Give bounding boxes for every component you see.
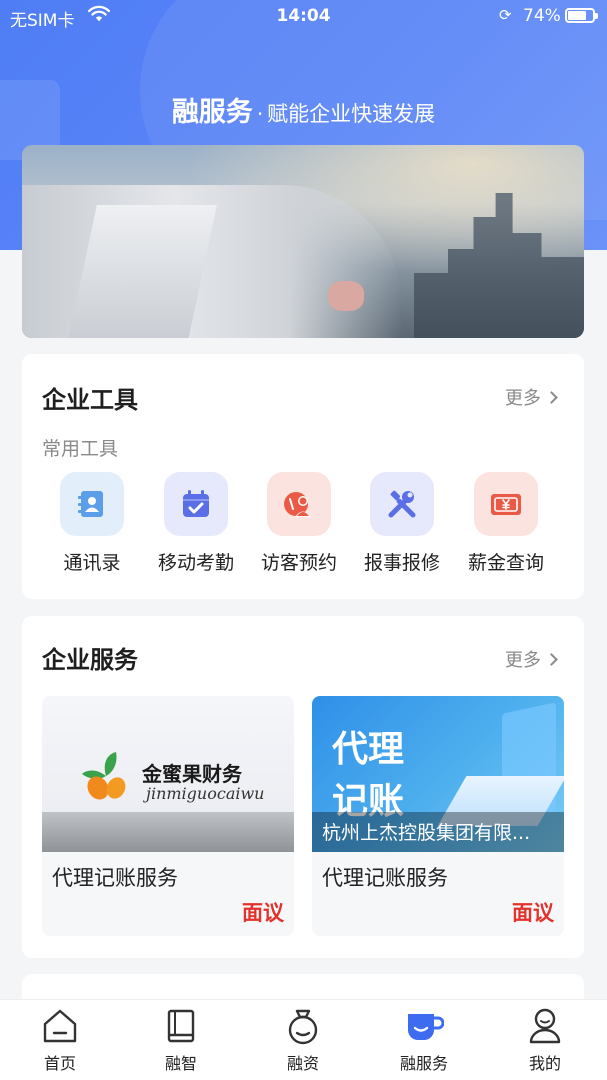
user-icon: [525, 1006, 565, 1046]
salary-icon: [474, 472, 538, 536]
tab-label: 我的: [528, 1054, 561, 1073]
service-price: 面议: [512, 901, 554, 925]
tool-attendance[interactable]: 移动考勤: [146, 472, 246, 575]
page-title-main: 融服务: [171, 97, 253, 128]
thumbnail-headline-line: 代理: [332, 729, 405, 770]
tool-label: 访客预约: [260, 552, 337, 574]
battery-percent: 74%: [523, 6, 561, 26]
service-item[interactable]: 金蜜果财务 jinmiguocaiwu 代理记账服务 面议: [42, 696, 294, 936]
bottom-tab-bar: 首页 融智 融资 融服务 我的: [0, 999, 607, 1080]
visitor-icon: [267, 472, 331, 536]
services-more-link[interactable]: 更多: [505, 646, 558, 672]
more-label: 更多: [505, 650, 541, 671]
repair-tools-icon: [370, 472, 434, 536]
service-price: 面议: [242, 901, 284, 925]
more-label: 更多: [505, 388, 541, 409]
tool-visitor[interactable]: 访客预约: [249, 472, 349, 575]
battery-icon: [565, 8, 598, 23]
tool-repair[interactable]: 报事报修: [352, 472, 452, 575]
thumbnail-footer-strip: [42, 812, 294, 852]
tool-label: 移动考勤: [157, 552, 234, 574]
tool-salary[interactable]: 薪金查询: [456, 472, 556, 575]
common-tools-label: 常用工具: [42, 438, 119, 460]
service-name: 代理记账服务: [322, 866, 448, 890]
clock: 14:04: [276, 6, 331, 26]
tab-label: 融服务: [399, 1054, 448, 1073]
tool-contacts[interactable]: 通讯录: [42, 472, 142, 575]
service-name: 代理记账服务: [52, 866, 178, 890]
tab-services[interactable]: 融服务: [384, 1006, 464, 1074]
tool-label: 通讯录: [63, 552, 121, 574]
calendar-check-icon: [164, 472, 228, 536]
tab-finance[interactable]: 融资: [263, 1006, 343, 1074]
rotation-lock-icon: ⟳: [499, 6, 512, 24]
money-bag-icon: [283, 1006, 323, 1046]
service-thumbnail: 代理 记账 杭州上杰控股集团有限...: [312, 696, 564, 852]
section-title: 企业工具: [42, 386, 138, 414]
book-icon: [161, 1006, 201, 1046]
tools-more-link[interactable]: 更多: [505, 384, 558, 410]
tab-home[interactable]: 首页: [20, 1006, 100, 1074]
tab-label: 融智: [164, 1054, 197, 1073]
enterprise-services-card: 企业服务 更多 金蜜果财务 jinmiguocaiwu 代理记账服务 面议 代理…: [22, 616, 584, 958]
tool-label: 报事报修: [363, 552, 440, 574]
enterprise-tools-card: 企业工具 更多 常用工具 通讯录 移动考勤 访客预约 报事报修 薪金查询: [22, 354, 584, 599]
status-bar: 无SIM卡 14:04 ⟳ 74%: [0, 0, 607, 32]
section-title: 企业服务: [42, 646, 138, 674]
title-separator: ·: [256, 102, 264, 126]
banner-hand: [328, 281, 364, 311]
battery-fill: [568, 11, 586, 20]
tool-label: 薪金查询: [467, 552, 544, 574]
contacts-icon: [60, 472, 124, 536]
service-item[interactable]: 代理 记账 杭州上杰控股集团有限... 代理记账服务 面议: [312, 696, 564, 936]
chevron-right-icon: [545, 390, 558, 404]
brand-name-en: jinmiguocaiwu: [146, 784, 265, 803]
tab-wisdom[interactable]: 融智: [141, 1006, 221, 1074]
chevron-right-icon: [545, 652, 558, 666]
tab-mine[interactable]: 我的: [505, 1006, 585, 1074]
tab-label: 融资: [286, 1054, 319, 1073]
company-caption: 杭州上杰控股集团有限...: [312, 812, 564, 852]
tab-label: 首页: [43, 1054, 76, 1073]
brand-name: 金蜜果财务: [142, 762, 242, 786]
page-title: 融服务 · 赋能企业快速发展: [0, 90, 607, 129]
service-thumbnail: 金蜜果财务 jinmiguocaiwu: [42, 696, 294, 852]
banner-image[interactable]: [22, 145, 584, 338]
page-subtitle: 赋能企业快速发展: [267, 102, 436, 126]
cup-icon: [404, 1006, 444, 1046]
orange-leaf-logo-icon: [82, 752, 126, 800]
home-icon: [40, 1006, 80, 1046]
